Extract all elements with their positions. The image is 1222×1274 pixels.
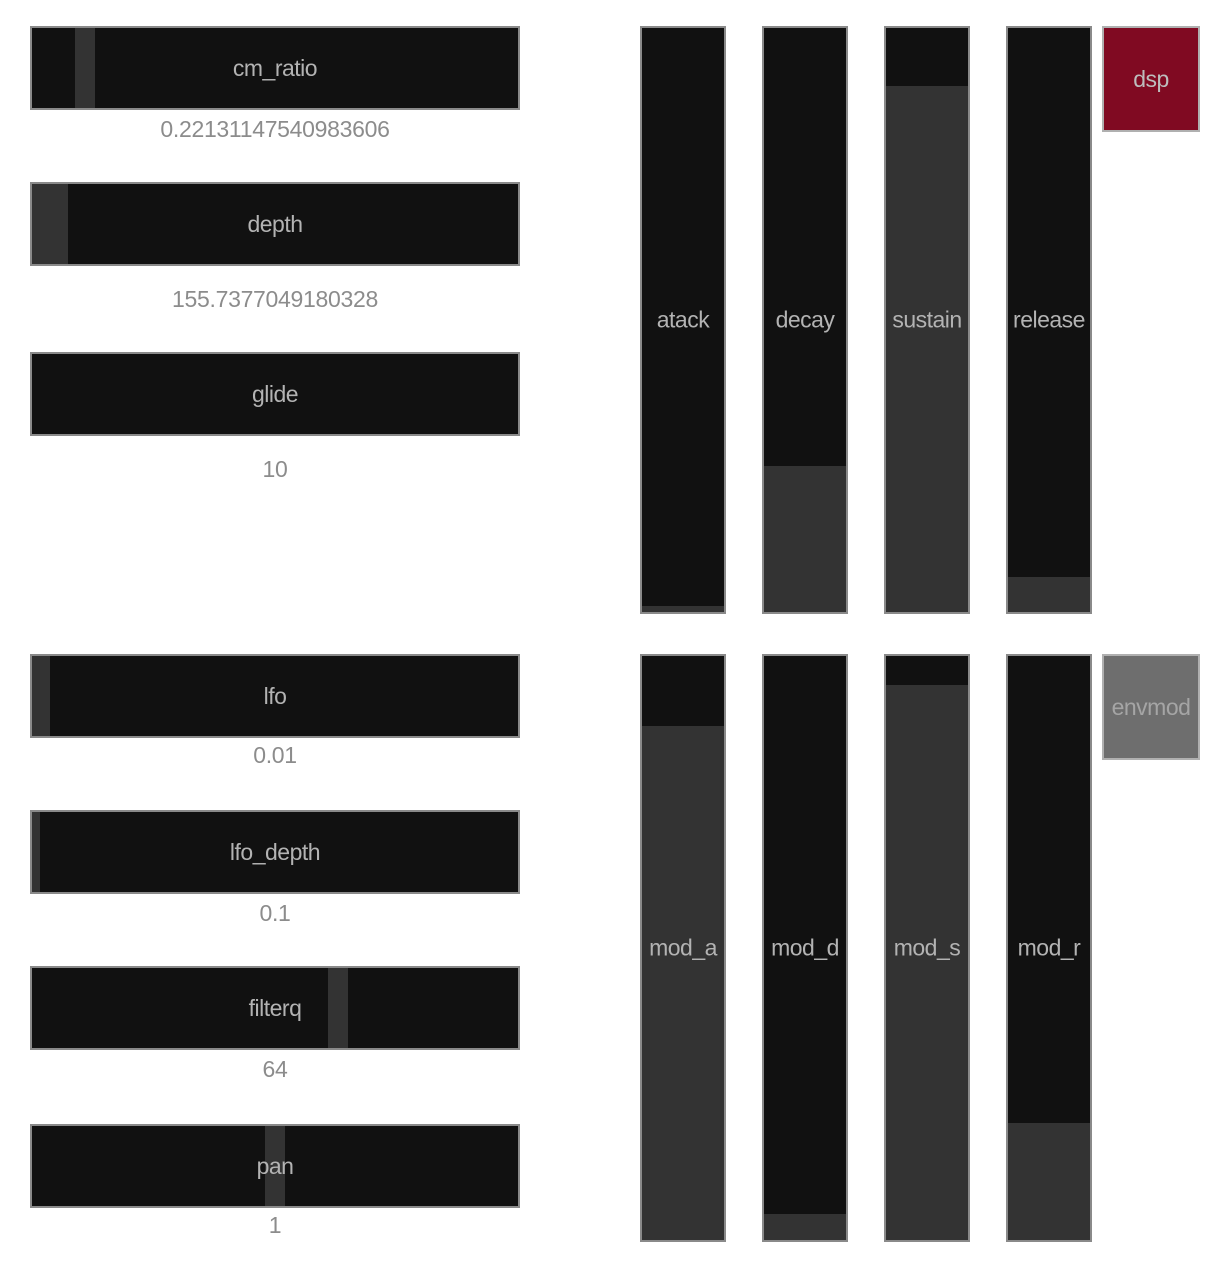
lfo-slider[interactable]: lfo <box>30 654 520 738</box>
depth-value: 155.7377049180328 <box>172 286 378 312</box>
slider-label: lfo_depth <box>229 838 321 865</box>
slider-thumb[interactable] <box>30 354 32 434</box>
slider-label: lfo <box>263 682 287 709</box>
release-slider[interactable]: release <box>1006 26 1092 614</box>
slider-fill <box>886 86 968 612</box>
slider-thumb[interactable] <box>328 968 349 1048</box>
lfo-depth-slider[interactable]: lfo_depth <box>30 810 520 894</box>
mod-d-slider[interactable]: mod_d <box>762 654 848 1242</box>
envmod-toggle-button[interactable]: envmod <box>1102 654 1200 760</box>
slider-fill <box>1008 576 1090 612</box>
filterq-value: 64 <box>262 1056 288 1082</box>
slider-label: mod_r <box>1017 934 1081 961</box>
cm-ratio-value: 0.22131147540983606 <box>160 116 390 142</box>
mod-a-slider[interactable]: mod_a <box>640 654 726 1242</box>
filterq-slider[interactable]: filterq <box>30 966 520 1050</box>
slider-label: cm_ratio <box>232 54 318 81</box>
pan-slider[interactable]: pan <box>30 1124 520 1208</box>
lfo-value: 0.01 <box>253 742 297 768</box>
mod-s-slider[interactable]: mod_s <box>884 654 970 1242</box>
slider-label: decay <box>775 306 835 333</box>
slider-thumb[interactable] <box>265 1126 285 1206</box>
slider-thumb[interactable] <box>32 656 50 736</box>
slider-fill <box>886 685 968 1240</box>
slider-label: filterq <box>248 994 302 1021</box>
slider-thumb[interactable] <box>32 812 40 892</box>
atack-slider[interactable]: atack <box>640 26 726 614</box>
pan-value: 1 <box>268 1212 282 1238</box>
slider-thumb[interactable] <box>75 28 96 108</box>
dsp-toggle-button[interactable]: dsp <box>1102 26 1200 132</box>
depth-slider[interactable]: depth <box>30 182 520 266</box>
slider-fill <box>1008 1123 1090 1240</box>
slider-fill <box>764 466 846 612</box>
slider-fill <box>764 1213 846 1240</box>
slider-thumb[interactable] <box>32 184 68 264</box>
cm-ratio-slider[interactable]: cm_ratio <box>30 26 520 110</box>
mod-r-slider[interactable]: mod_r <box>1006 654 1092 1242</box>
glide-value: 10 <box>262 456 288 482</box>
glide-slider[interactable]: glide <box>30 352 520 436</box>
slider-label: glide <box>251 380 299 407</box>
slider-label: mod_d <box>771 934 839 961</box>
slider-label: release <box>1013 306 1085 333</box>
sustain-slider[interactable]: sustain <box>884 26 970 614</box>
decay-slider[interactable]: decay <box>762 26 848 614</box>
slider-fill <box>642 726 724 1240</box>
slider-label: depth <box>247 210 303 237</box>
slider-fill <box>642 606 724 612</box>
slider-label: atack <box>656 306 710 333</box>
lfo-depth-value: 0.1 <box>259 900 291 926</box>
